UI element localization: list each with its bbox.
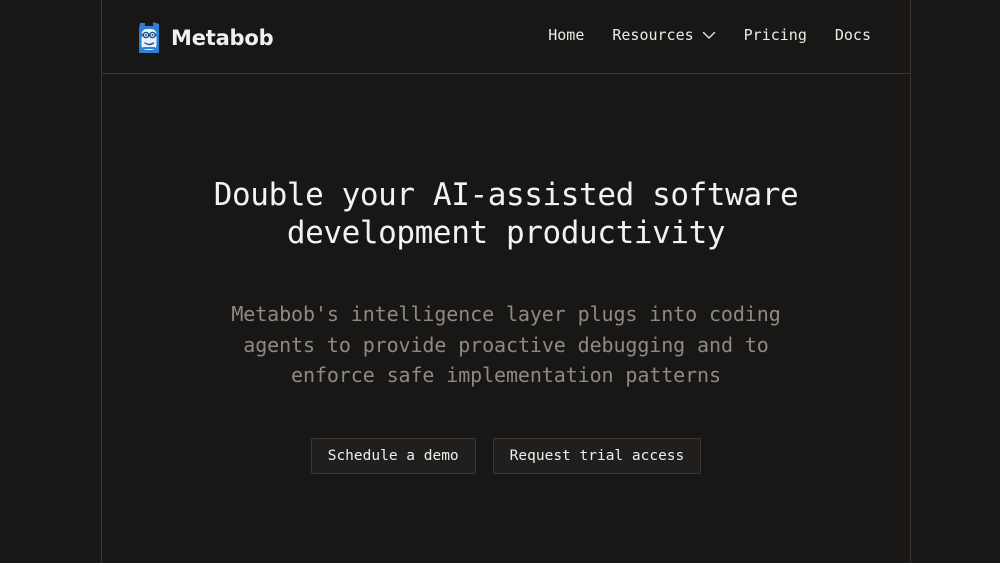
hero-subtitle-line-1: Metabob's intelligence layer plugs into … (231, 302, 781, 326)
hero-title: Double your AI-assisted software develop… (186, 176, 826, 252)
brand-name: Metabob (171, 26, 274, 50)
main-nav: Home Resources Pricing Docs (548, 26, 871, 44)
nav-docs-link[interactable]: Docs (835, 26, 871, 44)
chevron-down-icon (702, 31, 715, 39)
schedule-demo-button[interactable]: Schedule a demo (310, 437, 476, 474)
nav-resources-label: Resources (612, 26, 694, 44)
hero-title-line-2: development productivity (286, 215, 726, 251)
cta-button-row: Schedule a demo Request trial access (102, 437, 910, 474)
nav-resources-dropdown[interactable]: Resources (612, 26, 715, 44)
page-frame: Metabob Home Resources Pricing Docs Doub… (101, 0, 911, 563)
brand-logo-link[interactable]: Metabob (135, 20, 274, 56)
metabob-robot-face-icon (139, 22, 159, 53)
hero-subtitle-line-2: agents to provide proactive debugging an… (243, 332, 769, 357)
hero-title-line-1: Double your AI-assisted software (213, 177, 799, 213)
hero-section: Double your AI-assisted software develop… (102, 176, 910, 474)
nav-pricing-link[interactable]: Pricing (744, 26, 807, 44)
hero-subtitle: Metabob's intelligence layer plugs into … (206, 299, 806, 391)
request-trial-button[interactable]: Request trial access (492, 437, 702, 474)
hero-subtitle-line-3: enforce safe implementation patterns (291, 363, 721, 387)
nav-home-link[interactable]: Home (548, 26, 584, 44)
top-navbar: Metabob Home Resources Pricing Docs (102, 0, 910, 74)
